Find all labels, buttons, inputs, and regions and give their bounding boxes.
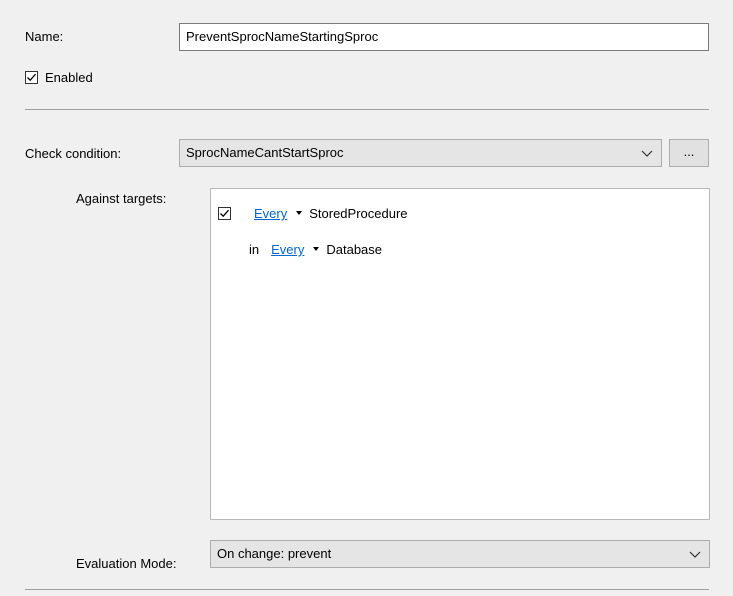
target-checkbox[interactable] — [218, 207, 231, 220]
dropdown-arrow-icon[interactable] — [313, 246, 320, 251]
browse-condition-button[interactable]: ... — [669, 139, 709, 167]
evaluation-mode-combo[interactable]: On change: prevent — [210, 540, 710, 568]
evaluation-mode-value: On change: prevent — [217, 546, 332, 561]
evaluation-mode-label: Evaluation Mode: — [76, 556, 177, 571]
target-row-database: in Every Database — [249, 242, 382, 257]
check-condition-label: Check condition: — [25, 146, 122, 161]
target-row-stored-procedure: Every StoredProcedure — [218, 206, 408, 221]
separator-bottom — [25, 589, 709, 590]
check-icon — [220, 209, 229, 218]
target-type-label: Database — [326, 242, 383, 257]
separator-top — [25, 109, 709, 110]
enabled-checkbox[interactable]: Enabled — [25, 70, 93, 85]
enabled-label: Enabled — [45, 70, 93, 85]
every-link[interactable]: Every — [271, 242, 304, 257]
targets-list[interactable]: Every StoredProcedure in Every Database — [210, 188, 710, 520]
chevron-down-icon[interactable] — [641, 148, 653, 158]
target-prefix-label: in — [249, 242, 260, 257]
every-link[interactable]: Every — [254, 206, 287, 221]
chevron-down-icon[interactable] — [689, 549, 701, 559]
dropdown-arrow-icon[interactable] — [296, 210, 303, 215]
check-condition-combo[interactable]: SprocNameCantStartSproc — [179, 139, 662, 167]
against-targets-label: Against targets: — [76, 191, 167, 206]
name-field[interactable]: PreventSprocNameStartingSproc — [179, 23, 709, 51]
check-icon — [27, 73, 36, 82]
check-condition-value: SprocNameCantStartSproc — [186, 145, 344, 160]
enabled-checkbox-box[interactable] — [25, 71, 38, 84]
name-label: Name: — [25, 29, 64, 44]
target-type-label: StoredProcedure — [309, 206, 408, 221]
